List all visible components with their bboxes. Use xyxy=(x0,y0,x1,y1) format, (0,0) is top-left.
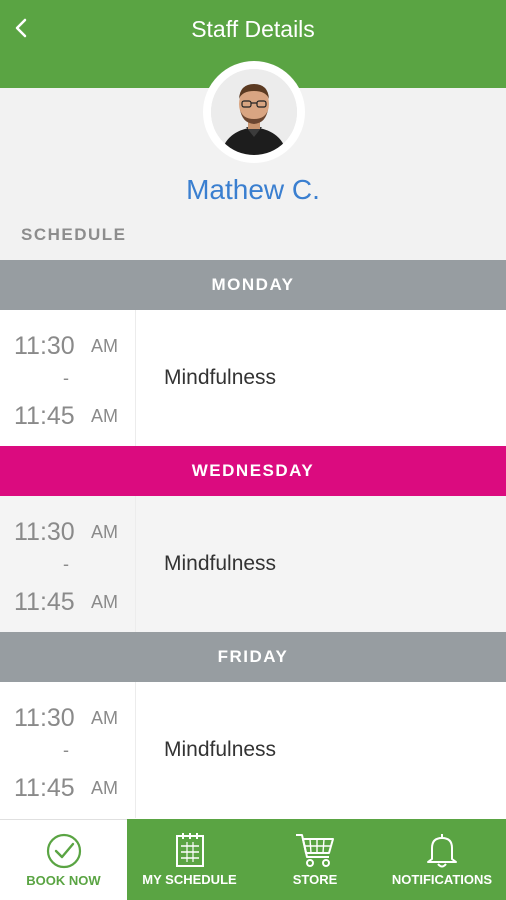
cart-icon xyxy=(296,834,334,867)
start-ampm: AM xyxy=(91,522,118,542)
start-ampm: AM xyxy=(91,336,118,356)
tab-label: BOOK NOW xyxy=(26,873,101,888)
day-header-wednesday: WEDNESDAY xyxy=(0,446,506,496)
time-separator: - xyxy=(63,368,69,388)
class-time: 11:30 AM - 11:45 AM xyxy=(0,496,136,632)
end-time: 11:45 xyxy=(14,588,75,616)
class-time: 11:30 AM - 11:45 AM xyxy=(0,310,136,446)
calendar-icon xyxy=(175,833,204,867)
end-time: 11:45 xyxy=(14,774,75,802)
end-ampm: AM xyxy=(91,406,118,426)
tab-store[interactable]: STORE xyxy=(252,819,378,900)
tab-label: MY SCHEDULE xyxy=(142,872,237,887)
end-time: 11:45 xyxy=(14,402,75,430)
avatar-frame xyxy=(203,61,305,163)
staff-profile: Mathew C. SCHEDULE xyxy=(0,61,506,260)
class-name: Mindfulness xyxy=(164,738,277,761)
start-time: 11:30 xyxy=(14,518,75,546)
class-row[interactable]: 11:30 AM - 11:45 AM Mindfulness xyxy=(0,682,506,818)
class-row[interactable]: 11:30 AM - 11:45 AM Mindfulness xyxy=(0,310,506,446)
tab-my-schedule[interactable]: MY SCHEDULE xyxy=(127,819,252,900)
tab-notifications[interactable]: NOTIFICATIONS xyxy=(378,819,506,900)
tab-label: STORE xyxy=(292,872,338,887)
tab-label: NOTIFICATIONS xyxy=(391,872,493,887)
avatar xyxy=(211,69,297,155)
bell-icon xyxy=(427,834,457,868)
class-name: Mindfulness xyxy=(164,552,277,575)
start-ampm: AM xyxy=(91,708,118,728)
tab-book-now[interactable]: BOOK NOW xyxy=(0,819,127,900)
start-time: 11:30 xyxy=(14,704,75,732)
end-ampm: AM xyxy=(91,778,118,798)
staff-name: Mathew C. xyxy=(186,174,320,205)
end-ampm: AM xyxy=(91,592,118,612)
staff-photo xyxy=(211,69,297,155)
class-row[interactable]: 11:30 AM - 11:45 AM Mindfulness xyxy=(0,496,506,632)
start-time: 11:30 xyxy=(14,332,75,360)
check-circle-icon xyxy=(46,833,81,869)
day-header-friday: FRIDAY xyxy=(0,632,506,682)
time-separator: - xyxy=(63,554,69,574)
page-title: Staff Details xyxy=(191,16,315,42)
class-time: 11:30 AM - 11:45 AM xyxy=(0,682,136,818)
class-name: Mindfulness xyxy=(164,366,277,389)
bottom-tab-bar: BOOK NOW MY SCHEDULE STORE NOTIFICATIONS xyxy=(0,819,506,900)
schedule-heading: SCHEDULE xyxy=(21,225,127,244)
time-separator: - xyxy=(63,740,69,760)
day-header-monday: MONDAY xyxy=(0,260,506,310)
